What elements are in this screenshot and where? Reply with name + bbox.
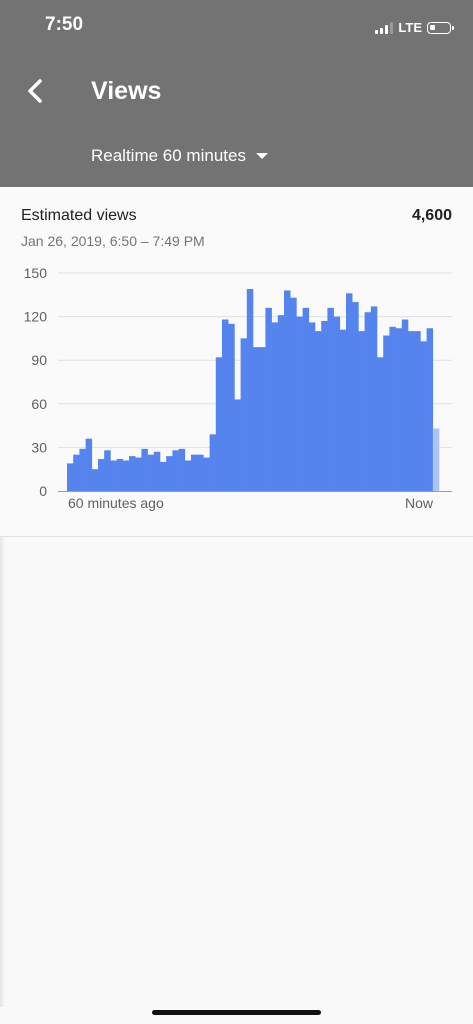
bar[interactable] (370, 306, 378, 491)
x-label-start: 60 minutes ago (68, 495, 164, 511)
x-label-end: Now (405, 495, 434, 511)
bar[interactable] (302, 307, 310, 491)
bar[interactable] (432, 428, 440, 491)
bar[interactable] (215, 357, 223, 491)
chevron-left-icon[interactable] (24, 77, 50, 105)
bar[interactable] (240, 338, 248, 491)
bar[interactable] (178, 448, 186, 491)
bar[interactable] (265, 307, 272, 491)
bar[interactable] (153, 451, 161, 491)
bar[interactable] (67, 463, 74, 491)
y-tick-label: 0 (39, 483, 47, 499)
bar[interactable] (426, 328, 434, 491)
bar[interactable] (222, 319, 229, 491)
bar[interactable] (147, 454, 155, 491)
bar[interactable] (401, 319, 409, 491)
bar[interactable] (203, 457, 210, 491)
y-tick-label: 90 (31, 352, 47, 368)
bar[interactable] (271, 322, 279, 491)
status-icons: LTE (375, 20, 454, 35)
y-tick-label: 150 (24, 265, 48, 281)
bar[interactable] (246, 288, 254, 491)
bar[interactable] (85, 438, 93, 491)
bar[interactable] (166, 456, 173, 491)
bar[interactable] (79, 448, 86, 491)
y-tick-label: 30 (31, 439, 47, 455)
bar[interactable] (383, 335, 390, 491)
bar[interactable] (184, 460, 192, 491)
bar[interactable] (290, 297, 297, 491)
bar[interactable] (91, 469, 99, 491)
bar[interactable] (327, 307, 334, 491)
bar[interactable] (160, 461, 167, 491)
status-time: 7:50 (45, 14, 84, 35)
bar[interactable] (308, 322, 316, 491)
range-selector-label: Realtime 60 minutes (91, 146, 246, 165)
bar[interactable] (253, 347, 260, 491)
bar[interactable] (209, 434, 217, 491)
caret-down-icon (255, 153, 268, 159)
bar[interactable] (321, 320, 328, 491)
bar[interactable] (116, 459, 124, 491)
bar[interactable] (339, 329, 347, 491)
bar[interactable] (333, 316, 341, 491)
bar[interactable] (73, 454, 80, 491)
bar[interactable] (172, 450, 179, 491)
bar[interactable] (98, 459, 105, 491)
y-tick-label: 60 (31, 396, 47, 412)
bar[interactable] (408, 331, 415, 491)
home-indicator[interactable] (152, 1010, 321, 1015)
bar[interactable] (296, 316, 303, 491)
bar[interactable] (129, 456, 136, 491)
bar[interactable] (389, 326, 396, 491)
bar[interactable] (364, 312, 372, 491)
page-title: Views (91, 77, 162, 105)
bar[interactable] (228, 323, 235, 491)
bar[interactable] (352, 302, 359, 491)
bar[interactable] (110, 460, 117, 491)
bar[interactable] (377, 357, 384, 491)
bar[interactable] (104, 450, 111, 491)
bar[interactable] (358, 331, 365, 491)
bar[interactable] (197, 454, 204, 491)
bar[interactable] (420, 341, 427, 491)
bar[interactable] (122, 460, 130, 491)
battery-icon (427, 21, 454, 34)
bar[interactable] (284, 290, 291, 491)
range-selector[interactable]: Realtime 60 minutes (91, 146, 268, 166)
network-label: LTE (398, 20, 422, 35)
app-header: 7:50 LTE Views Realtime 60 minutes (0, 0, 473, 187)
bar[interactable] (346, 293, 353, 491)
bar[interactable] (234, 399, 241, 491)
views-bar-chart: 0 30 60 90 120 150 60 minutes ago Now (24, 265, 452, 511)
bar[interactable] (191, 454, 198, 491)
bar[interactable] (315, 331, 322, 491)
bar[interactable] (259, 347, 266, 491)
y-tick-label: 120 (24, 309, 48, 325)
bar[interactable] (135, 457, 142, 491)
views-card: Estimated views 4,600 Jan 26, 2019, 6:50… (0, 187, 473, 537)
bar[interactable] (141, 448, 148, 491)
signal-icon (375, 21, 394, 34)
bar[interactable] (395, 328, 403, 491)
bar[interactable] (277, 315, 285, 491)
bar[interactable] (414, 331, 421, 491)
